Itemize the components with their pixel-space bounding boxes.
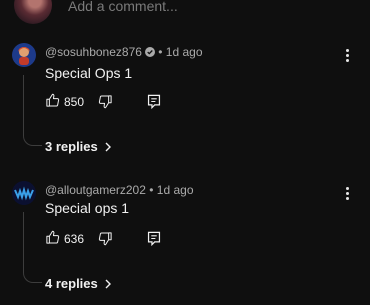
comment-header: @sosuhbonez876 • 1d ago [45,45,203,59]
thumb-down-icon [98,95,112,109]
reply-icon [147,231,161,247]
avatar[interactable] [12,181,36,205]
thumb-down-icon [98,232,112,246]
comment-text: Special Ops 1 [45,65,133,81]
thread-line [23,212,42,283]
comment-text: Special ops 1 [45,200,130,216]
thread-line [23,75,42,146]
comment-age: • 1d ago [158,45,203,59]
reply-button[interactable] [147,94,161,114]
thumb-up-icon [46,230,60,244]
comment-author[interactable]: @alloutgamerz202 [45,183,146,197]
like-button[interactable] [45,93,60,113]
avatar[interactable] [12,43,36,67]
chevron-right-icon [105,279,111,288]
like-count: 636 [64,232,85,246]
more-vert-icon[interactable] [346,49,350,64]
replies-label: 4 replies [45,276,98,291]
add-comment-input[interactable]: Add a comment... [68,0,178,14]
more-vert-icon[interactable] [346,187,350,202]
like-count: 850 [64,95,85,109]
thumb-up-icon [46,93,60,107]
comment-author[interactable]: @sosuhbonez876 [45,45,142,59]
replies-label: 3 replies [45,139,98,154]
reply-icon [147,94,161,110]
dislike-button[interactable] [98,231,113,251]
verified-icon [144,46,155,57]
reply-button[interactable] [147,231,161,251]
like-button[interactable] [45,230,60,250]
my-avatar [14,0,52,24]
chevron-right-icon [105,142,111,151]
replies-toggle[interactable]: 4 replies [45,276,112,291]
comment-age: • 1d ago [149,183,194,197]
replies-toggle[interactable]: 3 replies [45,139,112,154]
comment-header: @alloutgamerz202 • 1d ago [45,183,194,197]
dislike-button[interactable] [98,94,113,114]
